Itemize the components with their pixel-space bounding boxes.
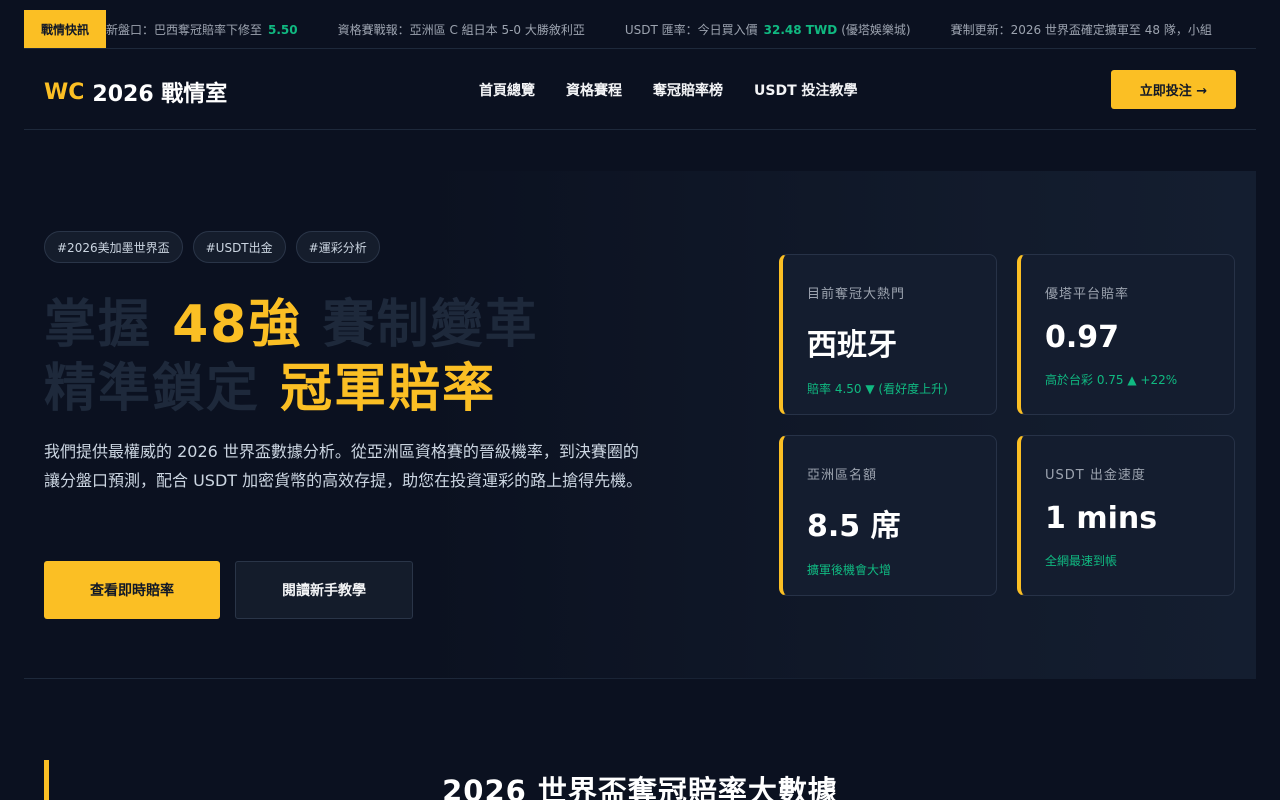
logo-accent: WC — [44, 79, 85, 105]
ticker-item[interactable]: 新盤口：巴西奪冠賠率下修至 5.50 — [106, 21, 298, 38]
site-header: WC 2026 戰情室 首頁總覽 資格賽程 奪冠賠率榜 USDT 投注教學 立即… — [24, 50, 1256, 130]
hero-headline: 掌握 48強 賽制變革 精準鎖定 冠軍賠率 — [44, 295, 539, 419]
ticker-track: 新盤口：巴西奪冠賠率下修至 5.50 資格賽戰報：亞洲區 C 組日本 5-0 大勝… — [106, 10, 1252, 48]
stat-label: 目前奪冠大熱門 — [807, 287, 906, 302]
stat-card-platform-odds: 優塔平台賠率 0.97 高於台彩 0.75 ▲ +22% — [1017, 254, 1235, 415]
stat-note: 高於台彩 0.75 ▲ +22% — [1045, 373, 1178, 387]
stat-card-favorite: 目前奪冠大熱門 西班牙 賠率 4.50 ▼ (看好度上升) — [779, 254, 997, 415]
nav-home[interactable]: 首頁總覽 — [479, 80, 535, 100]
site-logo[interactable]: WC 2026 戰情室 — [44, 76, 227, 108]
stat-value: 1 mins — [1045, 501, 1158, 536]
ticker-item[interactable]: USDT 匯率：今日買入價 32.48 TWD (優塔娛樂城) — [625, 21, 911, 38]
stat-value: 西班牙 — [807, 328, 897, 363]
stat-label: 優塔平台賠率 — [1045, 287, 1130, 302]
hero-background-panel — [424, 171, 1256, 679]
hero-description: 我們提供最權威的 2026 世界盃數據分析。從亞洲區資格賽的晉級機率，到決賽圈的… — [44, 442, 643, 490]
nav-odds-ranking[interactable]: 奪冠賠率榜 — [653, 80, 723, 100]
stat-card-asia-slots: 亞洲區名額 8.5 席 擴軍後機會大增 — [779, 435, 997, 596]
section-title: 2026 世界盃奪冠賠率大數據 — [442, 774, 838, 800]
nav-usdt-guide[interactable]: USDT 投注教學 — [754, 80, 858, 100]
stat-label: 亞洲區名額 — [807, 468, 878, 483]
tag-world-cup[interactable]: #2026美加墨世界盃 — [44, 231, 183, 263]
read-tutorial-button[interactable]: 閱讀新手教學 — [235, 561, 413, 619]
hero-section: #2026美加墨世界盃 #USDT出金 #運彩分析 掌握 48強 賽制變革 精準… — [24, 131, 1256, 679]
hero-tags: #2026美加墨世界盃 #USDT出金 #運彩分析 — [44, 231, 390, 263]
stat-label: USDT 出金速度 — [1045, 468, 1146, 483]
stat-card-usdt-speed: USDT 出金速度 1 mins 全網最速到帳 — [1017, 435, 1235, 596]
tag-usdt[interactable]: #USDT出金 — [192, 231, 286, 263]
ticker-item[interactable]: 資格賽戰報：亞洲區 C 組日本 5-0 大勝敘利亞 — [338, 21, 585, 38]
nav-qualifiers[interactable]: 資格賽程 — [566, 80, 622, 100]
news-ticker: 戰情快訊 新盤口：巴西奪冠賠率下修至 5.50 資格賽戰報：亞洲區 C 組日本 5… — [24, 10, 1256, 49]
stat-note: 賠率 4.50 ▼ (看好度上升) — [807, 382, 948, 396]
stat-note: 擴軍後機會大增 — [807, 563, 892, 577]
stat-value: 0.97 — [1045, 320, 1120, 355]
stat-value: 8.5 席 — [807, 509, 901, 544]
view-live-odds-button[interactable]: 查看即時賠率 — [44, 561, 220, 619]
stat-note: 全網最速到帳 — [1045, 554, 1118, 568]
tag-analysis[interactable]: #運彩分析 — [295, 231, 380, 263]
page-frame: 戰情快訊 新盤口：巴西奪冠賠率下修至 5.50 資格賽戰報：亞洲區 C 組日本 5… — [24, 10, 1256, 800]
main-nav: 首頁總覽 資格賽程 奪冠賠率榜 USDT 投注教學 — [479, 80, 889, 100]
bet-now-button[interactable]: 立即投注 → — [1111, 70, 1236, 109]
ticker-item[interactable]: 賽制更新：2026 世界盃確定擴軍至 48 隊，小組 — [951, 21, 1212, 38]
ticker-badge: 戰情快訊 — [24, 10, 106, 48]
logo-text: 2026 戰情室 — [92, 82, 228, 107]
